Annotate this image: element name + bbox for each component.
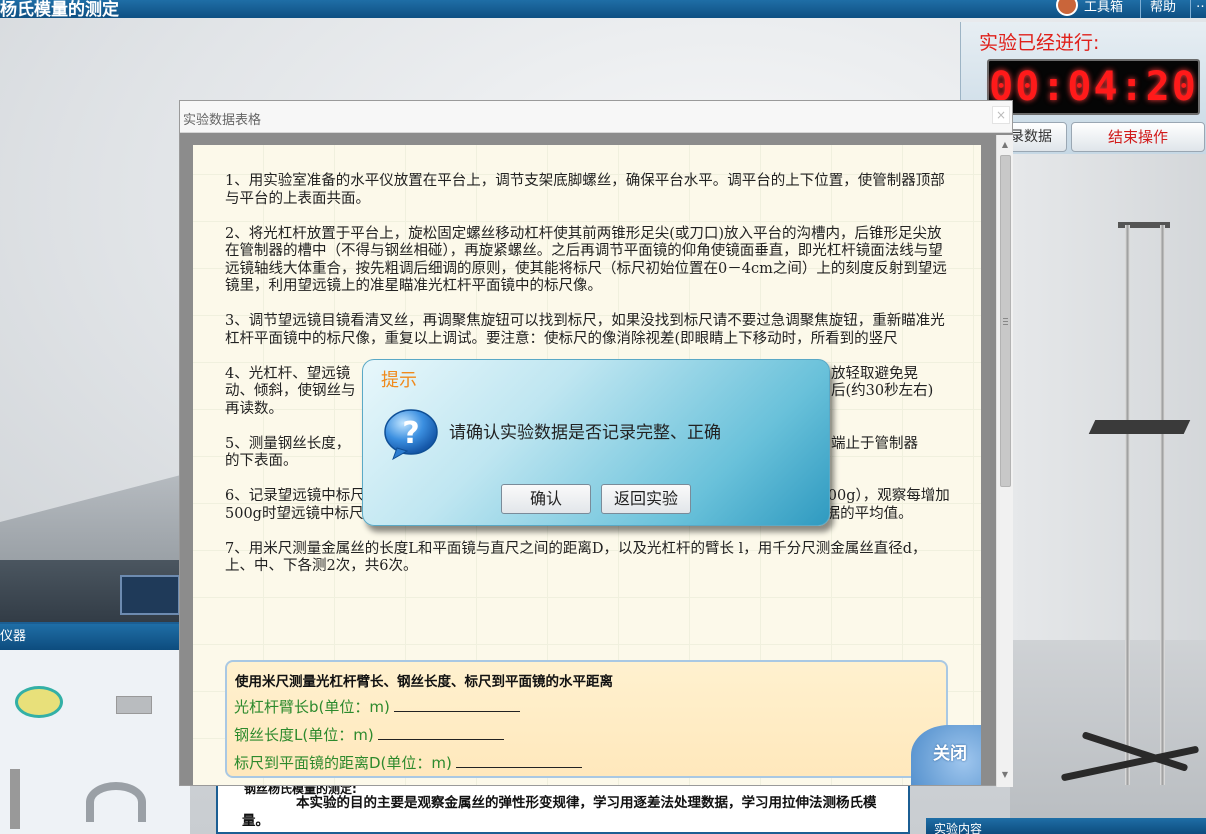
description-panel: 钢丝杨氏模量的测定: 本实验的目的主要是观察金属丝的弹性形变规律，学习用逐差法处… <box>216 780 910 834</box>
close-sheet-label: 关闭 <box>933 744 967 764</box>
step-4-fragment-b: 后(约30秒左右) <box>831 383 934 399</box>
step-2: 2、将光杠杆放置于平台上，旋松固定螺丝移动杠杆使其前两锥形足尖(或刀口)放入平台… <box>225 225 947 295</box>
wire-length-input[interactable] <box>377 726 504 740</box>
scroll-down-arrow-icon[interactable]: ▼ <box>997 767 1013 783</box>
dialog-message: 请确认实验数据是否记录完整、正确 <box>449 423 721 443</box>
instruments-header: 仪器 <box>0 624 190 650</box>
measure-row-arm-length: 光杠杆臂长b(单位：m) <box>234 696 520 717</box>
step-4-fragment-a: 放轻取避免晃 <box>831 365 918 382</box>
question-icon: ? <box>383 408 439 461</box>
stand-pole-left <box>1125 225 1130 785</box>
measure-label: 钢丝长度L(单位：m) <box>234 726 374 744</box>
ruler-icon[interactable] <box>10 769 20 829</box>
close-sheet-button[interactable]: 关闭 <box>911 725 981 785</box>
distance-input[interactable] <box>455 754 582 768</box>
more-button[interactable]: … <box>1196 0 1206 11</box>
content-tab[interactable]: 实验内容 <box>926 818 1206 834</box>
dialog-title: 提示 <box>381 370 417 391</box>
stand-platform[interactable] <box>1088 420 1191 434</box>
lab-desk-drawer <box>120 575 180 615</box>
level-instrument-icon[interactable] <box>15 686 63 718</box>
stand-base <box>1060 730 1200 790</box>
divider <box>1190 0 1191 18</box>
confirm-button[interactable]: 确认 <box>501 484 591 514</box>
app-title: 杨氏模量的测定 <box>0 0 119 20</box>
end-operation-button[interactable]: 结束操作 <box>1071 122 1205 152</box>
scroll-up-arrow-icon[interactable]: ▲ <box>997 137 1013 153</box>
measurement-box: 使用米尺测量光杠杆臂长、钢丝长度、标尺到平面镜的水平距离 光杠杆臂长b(单位：m… <box>225 660 948 778</box>
back-to-experiment-button[interactable]: 返回实验 <box>601 484 691 514</box>
measure-label: 标尺到平面镜的距离D(单位：m) <box>234 754 452 772</box>
window-close-button[interactable]: × <box>992 106 1010 124</box>
confirm-dialog: 提示 ? 请确认实验数据是否记录完整、正确 确认 返回实验 <box>362 359 830 526</box>
measure-row-wire-length: 钢丝长度L(单位：m) <box>234 724 504 745</box>
timer-display: 00:04:20 <box>987 59 1200 115</box>
measurement-title: 使用米尺测量光杠杆臂长、钢丝长度、标尺到平面镜的水平距离 <box>235 674 613 690</box>
measure-label: 光杠杆臂长b(单位：m) <box>234 698 390 716</box>
scroll-thumb[interactable] <box>1000 155 1011 487</box>
step-1: 1、用实验室准备的水平仪放置在平台上，调节支架底脚螺丝，确保平台水平。调平台的上… <box>225 173 945 207</box>
instruments-panel: 仪器 <box>0 622 190 834</box>
window-title: 实验数据表格 <box>183 113 262 128</box>
stand-pole-right <box>1160 225 1165 785</box>
toolbox-icon[interactable] <box>1056 0 1078 16</box>
arm-length-input[interactable] <box>393 698 520 712</box>
vertical-scrollbar[interactable]: ▲ ▼ <box>996 135 1013 787</box>
step-7: 7、用米尺测量金属丝的长度L和平面镜与直尺之间的距离D，以及光杠杆的臂长 l，用… <box>225 540 927 575</box>
divider <box>1140 0 1141 18</box>
svg-text:?: ? <box>402 416 419 451</box>
timer-label: 实验已经进行: <box>979 32 1100 54</box>
weight-block-icon[interactable] <box>116 696 152 714</box>
app-titlebar: 杨氏模量的测定 工具箱 帮助 … <box>0 0 1206 20</box>
step-3: 3、调节望远镜目镜看清叉丝，再调聚焦旋钮可以找到标尺，如果没找到标尺请不要过急调… <box>225 313 945 347</box>
window-titlebar: 实验数据表格 × <box>180 101 1012 133</box>
step-5-fragment: 端止于管制器 <box>831 435 918 452</box>
description-text: 本实验的目的主要是观察金属丝的弹性形变规律，学习用逐差法处理数据，学习用拉伸法测… <box>242 795 877 829</box>
micrometer-icon[interactable] <box>86 782 146 822</box>
help-button[interactable]: 帮助 <box>1150 0 1176 15</box>
toolbox-button[interactable]: 工具箱 <box>1084 0 1123 15</box>
measure-row-distance: 标尺到平面镜的距离D(单位：m) <box>234 752 582 773</box>
